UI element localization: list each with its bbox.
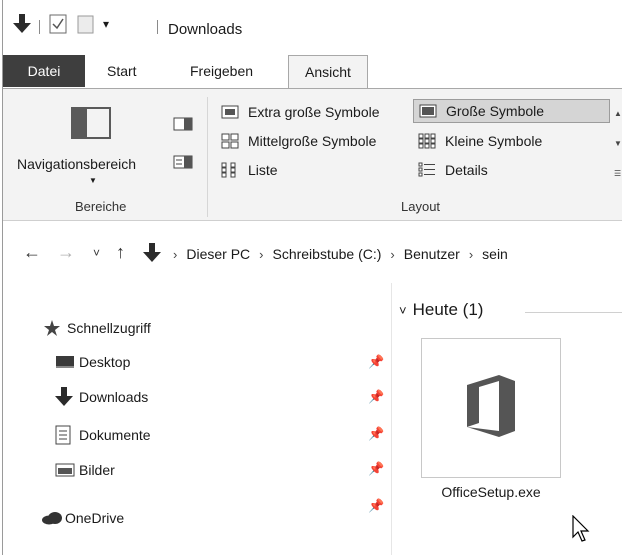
cloud-icon: [41, 511, 65, 525]
layout-item-label: Große Symbole: [446, 103, 545, 119]
nav-item-dokumente[interactable]: Dokumente: [55, 423, 151, 447]
layout-item-label: Liste: [248, 162, 278, 178]
title-separator: [157, 20, 158, 34]
layout-extra-large-icons[interactable]: Extra große Symbole: [220, 100, 380, 124]
details-pane-icon[interactable]: [173, 155, 193, 169]
tab-ansicht[interactable]: Ansicht: [288, 55, 368, 89]
customize-qa-dropdown-icon[interactable]: ▾: [103, 13, 109, 35]
breadcrumb-chevron-icon[interactable]: ›: [259, 247, 263, 262]
pin-icon[interactable]: 📌: [368, 426, 384, 442]
up-arrow-icon[interactable]: ↑: [116, 242, 125, 263]
forward-arrow-icon[interactable]: →: [57, 242, 75, 263]
file-item[interactable]: [421, 338, 561, 478]
ribbon-tabs: Datei Start Freigeben Ansicht: [3, 55, 622, 89]
layout-medium-icons[interactable]: Mittelgroße Symbole: [220, 129, 376, 153]
explorer-window: ▾ Downloads Datei Start Freigeben Ansich…: [2, 0, 622, 555]
properties-icon[interactable]: [49, 13, 67, 35]
pin-icon[interactable]: 📌: [368, 461, 384, 477]
layout-list[interactable]: Liste: [220, 158, 278, 182]
nav-item-downloads[interactable]: Downloads: [55, 385, 148, 409]
group-label-layout: Layout: [401, 199, 441, 214]
address-bar-row: ← → ˅ ↑ › Dieser PC › Schreibstube (C:) …: [3, 232, 622, 276]
breadcrumb-laufwerk-c[interactable]: Schreibstube (C:): [272, 246, 381, 262]
layout-item-label: Mittelgroße Symbole: [248, 133, 377, 149]
mouse-cursor-icon: [572, 515, 590, 542]
list-view-icon: [220, 162, 240, 178]
pane-splitter[interactable]: [391, 283, 392, 555]
breadcrumb-chevron-icon[interactable]: ›: [173, 247, 177, 262]
navigation-pane-button[interactable]: Navigationsbereich: [17, 156, 136, 172]
small-icons-icon: [417, 133, 437, 149]
nav-label: Dokumente: [79, 427, 151, 443]
title-bar: ▾ Downloads: [3, 0, 622, 44]
tab-datei[interactable]: Datei: [3, 55, 85, 87]
breadcrumb-chevron-icon[interactable]: ›: [469, 247, 473, 262]
back-arrow-icon[interactable]: ←: [23, 242, 41, 263]
desktop-icon: [55, 354, 79, 370]
group-header-line: [525, 312, 622, 313]
navigation-pane-dropdown-icon[interactable]: ▼: [89, 176, 97, 185]
layout-details[interactable]: Details: [417, 158, 488, 182]
breadcrumb-user[interactable]: sein: [482, 246, 508, 262]
tab-freigeben[interactable]: Freigeben: [178, 55, 265, 87]
layout-item-label: Details: [445, 162, 488, 178]
nav-item-bilder[interactable]: Bilder: [55, 458, 115, 482]
nav-label: Schnellzugriff: [67, 320, 151, 336]
nav-quick-access[interactable]: Schnellzugriff: [43, 316, 151, 340]
preview-pane-icon[interactable]: [173, 117, 193, 131]
extra-large-icons-icon: [220, 104, 240, 120]
gallery-up-icon[interactable]: ▲: [614, 109, 622, 118]
nav-label: Downloads: [79, 389, 149, 405]
pin-icon[interactable]: 📌: [368, 354, 384, 370]
layout-gallery: Extra große Symbole Große Symbole Mittel…: [214, 98, 610, 188]
nav-label: Desktop: [79, 354, 131, 370]
breadcrumb-chevron-icon[interactable]: ›: [390, 247, 394, 262]
layout-large-icons[interactable]: Große Symbole: [413, 99, 610, 123]
pictures-icon: [55, 462, 79, 478]
medium-icons-icon: [220, 133, 240, 149]
nav-onedrive[interactable]: OneDrive: [41, 506, 124, 530]
office-icon: [463, 373, 519, 444]
new-folder-icon[interactable]: [77, 13, 95, 35]
gallery-more-icon[interactable]: ☰: [614, 169, 621, 178]
group-label-bereiche: Bereiche: [75, 199, 127, 214]
nav-item-desktop[interactable]: Desktop: [55, 350, 130, 374]
downloads-location-icon: [143, 243, 161, 268]
large-icons-icon: [418, 103, 438, 119]
collapse-chevron-icon[interactable]: ˅: [399, 303, 407, 318]
file-name-label[interactable]: OfficeSetup.exe: [421, 484, 561, 500]
nav-label: OneDrive: [65, 510, 125, 526]
breadcrumb: › Dieser PC › Schreibstube (C:) › Benutz…: [173, 240, 508, 268]
pin-icon[interactable]: 📌: [368, 498, 384, 514]
ribbon-ansicht: Navigationsbereich ▼ Bereiche Extra groß…: [3, 88, 622, 221]
group-separator: [207, 97, 208, 217]
pin-icon[interactable]: 📌: [368, 389, 384, 405]
download-arrow-icon[interactable]: [13, 13, 31, 35]
group-header-heute[interactable]: ˅ Heute (1): [399, 300, 622, 320]
qa-separator: [39, 20, 40, 34]
navigation-pane-icon[interactable]: [71, 107, 111, 139]
nav-label: Bilder: [79, 462, 115, 478]
tab-start[interactable]: Start: [95, 55, 149, 87]
downloads-icon: [55, 387, 79, 407]
layout-small-icons[interactable]: Kleine Symbole: [417, 129, 542, 153]
star-icon: [43, 319, 67, 337]
breadcrumb-benutzer[interactable]: Benutzer: [404, 246, 460, 262]
layout-item-label: Kleine Symbole: [445, 133, 543, 149]
breadcrumb-dieser-pc[interactable]: Dieser PC: [186, 246, 250, 262]
documents-icon: [55, 425, 79, 445]
gallery-down-icon[interactable]: ▼: [614, 139, 622, 148]
window-title: Downloads: [168, 21, 243, 38]
group-header-label: Heute (1): [412, 300, 484, 319]
recent-locations-chevron-icon[interactable]: ˅: [93, 246, 100, 260]
details-view-icon: [417, 162, 437, 178]
layout-item-label: Extra große Symbole: [248, 104, 380, 120]
